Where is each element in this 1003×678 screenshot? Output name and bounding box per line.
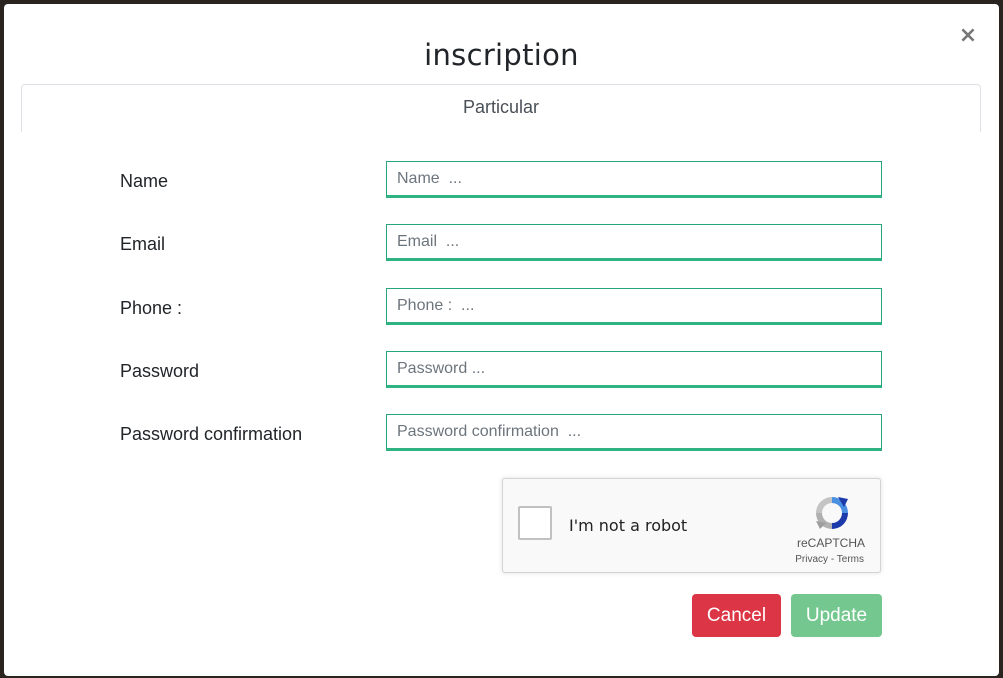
name-label: Name (120, 171, 169, 191)
recaptcha-label: I'm not a robot (569, 516, 688, 535)
email-label: Email (120, 234, 166, 254)
close-icon[interactable]: × (958, 25, 978, 47)
modal-title: inscription (424, 38, 579, 72)
cancel-button[interactable]: Cancel (692, 594, 781, 637)
recaptcha-separator: - (830, 554, 835, 565)
email-input[interactable] (386, 224, 882, 261)
password-confirmation-label: Password confirmation (120, 424, 303, 444)
recaptcha-checkbox[interactable] (518, 506, 552, 540)
recaptcha-logo-icon (816, 497, 848, 529)
form-row-password-confirmation: Password confirmation (4, 414, 999, 452)
recaptcha-links: Privacy - Terms (795, 554, 864, 565)
update-button[interactable]: Update (791, 594, 882, 637)
password-input[interactable] (386, 351, 882, 388)
recaptcha-widget: I'm not a robot reCAPTCHA Privacy - Term… (502, 478, 881, 573)
tab-label: Particular (462, 97, 540, 117)
name-input[interactable] (386, 161, 882, 198)
recaptcha-privacy-link[interactable]: Privacy (795, 554, 828, 565)
phone-input[interactable] (386, 288, 882, 325)
inscription-modal: inscription × Particular Name Email Phon… (4, 4, 999, 676)
form-row-email: Email (4, 224, 999, 262)
phone-label: Phone : (120, 298, 183, 318)
recaptcha-brand: reCAPTCHA (796, 536, 865, 550)
form-row-password: Password (4, 351, 999, 389)
form-row-phone: Phone : (4, 288, 999, 326)
recaptcha-terms-link[interactable]: Terms (837, 554, 864, 565)
tab-particular[interactable]: Particular (21, 84, 981, 132)
password-label: Password (120, 361, 200, 381)
password-confirmation-input[interactable] (386, 414, 882, 451)
form-row-name: Name (4, 161, 999, 199)
